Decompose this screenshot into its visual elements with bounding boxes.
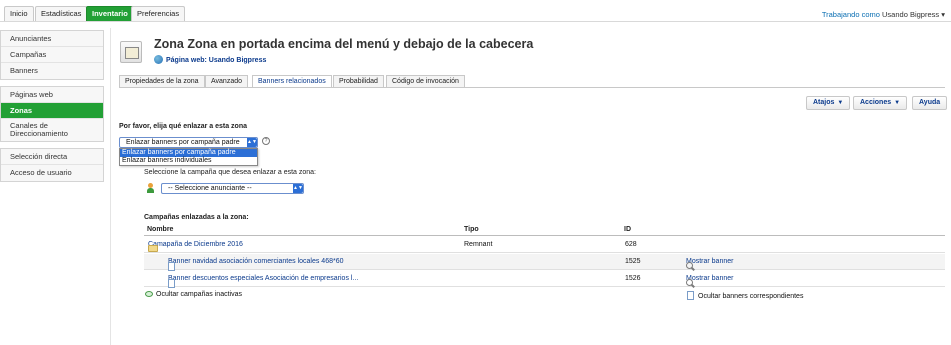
advertiser-icon [147,183,154,193]
user-menu[interactable]: Trabajando como Usando Bigpress ▾ [822,10,945,19]
sidebar-item-paginas-web[interactable]: Páginas web [1,87,103,103]
header-name: Nombre [147,226,174,233]
sidebar-divider [110,28,111,345]
zone-icon [120,41,142,63]
user-name: Usando Bigpress [882,10,940,19]
table-row: Banner descuentos especiales Asociación … [144,271,945,288]
show-banner-link[interactable]: Mostrar banner [686,275,733,282]
shortcuts-label: Atajos [813,99,835,106]
hide-banners-label: Ocultar banners correspondientes [698,293,804,300]
linked-campaigns-title: Campañas enlazadas a la zona: [144,214,249,221]
chevron-updown-icon: ▲▼ [293,184,303,193]
banner-link[interactable]: Banner navidad asociación comerciantes l… [168,258,344,265]
chevron-updown-icon: ▲▼ [247,138,257,147]
actions-label: Acciones [860,99,892,106]
sidebar-group-access: Selección directa Acceso de usuario [0,148,104,182]
sidebar-item-banners[interactable]: Banners [1,63,103,79]
magnifier-icon [686,279,693,286]
document-icon [168,279,175,288]
user-prefix: Trabajando como [821,10,880,19]
banner-id: 1525 [625,258,641,265]
document-icon [687,291,694,300]
eye-icon [145,291,153,297]
folder-icon [148,245,158,252]
help-icon[interactable]: ? [262,137,270,145]
table-row: «Camapaña de Diciembre 2016 Remnant 628 [144,237,945,254]
tab-preferencias[interactable]: Preferencias [131,6,186,21]
hide-inactive-link[interactable]: Ocultar campañas inactivas [145,291,242,298]
header-id: ID [624,226,631,233]
page-title-zone-name: Zona en portada encima del menú y debajo… [187,37,534,51]
chevron-down-icon: ▼ [894,100,901,106]
banner-name-cell: Banner navidad asociación comerciantes l… [168,258,344,271]
show-banner-link[interactable]: Mostrar banner [686,258,733,265]
hide-banners-link[interactable]: Ocultar banners correspondientes [687,291,803,300]
tab-estadisticas[interactable]: Estadísticas [35,6,88,21]
link-type-dropdown: Enlazar banners por campaña padre Enlaza… [119,148,258,166]
tab-inicio[interactable]: Inicio [4,6,34,21]
globe-icon [154,55,163,64]
banner-name-cell: Banner descuentos especiales Asociación … [168,275,358,288]
campaign-name-cell: «Camapaña de Diciembre 2016 [148,241,243,254]
table-header: Nombre Tipo ID [144,224,945,236]
banner-id: 1526 [625,275,641,282]
tab-inventario[interactable]: Inventario [86,6,134,21]
campaign-select-label: Seleccione la campaña que desea enlazar … [144,169,317,176]
show-banner-cell: Mostrar banner [686,275,733,286]
advertiser-selected: -- Seleccione anunciante -- [168,185,252,192]
campaign-id: 628 [625,241,637,248]
page-title: Zona Zona en portada encima del menú y d… [154,37,533,51]
sidebar-group-advertisers: Anunciantes Campañas Banners [0,30,104,80]
sidebar-item-campanas[interactable]: Campañas [1,47,103,63]
table-row: Banner navidad asociación comerciantes l… [144,254,945,271]
tabs-underline [119,87,945,88]
actions-button[interactable]: Acciones ▼ [853,96,908,110]
link-type-label: Por favor, elija qué enlazar a esta zona [119,123,247,130]
magnifier-icon [686,262,693,269]
link-option-individual[interactable]: Enlazar banners individuales [120,157,257,165]
help-button[interactable]: Ayuda [912,96,948,110]
shortcuts-button[interactable]: Atajos ▼ [806,96,851,110]
website-label: Página web: Usando Bigpress [166,57,267,64]
chevron-down-icon: ▾ [941,10,945,19]
page-title-prefix: Zona [154,37,184,51]
sidebar: Anunciantes Campañas Banners Páginas web… [0,30,104,188]
show-banner-cell: Mostrar banner [686,258,733,269]
link-type-selected: Enlazar banners por campaña padre [126,139,240,146]
campaign-link[interactable]: Camapaña de Diciembre 2016 [148,241,243,248]
advertiser-select[interactable]: -- Seleccione anunciante -- ▲▼ [161,183,304,194]
sidebar-item-acceso-usuario[interactable]: Acceso de usuario [1,165,103,181]
document-icon [168,262,175,271]
sidebar-item-seleccion-directa[interactable]: Selección directa [1,149,103,165]
hide-inactive-label: Ocultar campañas inactivas [156,291,242,298]
sidebar-item-canales[interactable]: Canales de Direccionamiento [1,119,103,141]
website-link[interactable]: Página web: Usando Bigpress [154,55,266,64]
campaign-type: Remnant [464,241,493,248]
chevron-down-icon: ▼ [837,100,844,106]
header-type: Tipo [464,226,479,233]
sidebar-item-zonas[interactable]: Zonas [1,103,103,119]
sidebar-group-websites: Páginas web Zonas Canales de Direccionam… [0,86,104,142]
sidebar-item-anunciantes[interactable]: Anunciantes [1,31,103,47]
banner-link[interactable]: Banner descuentos especiales Asociación … [168,275,358,282]
link-option-campaign[interactable]: Enlazar banners por campaña padre [120,149,257,157]
link-type-select[interactable]: Enlazar banners por campaña padre ▲▼ [119,137,258,148]
top-navigation: Inicio Estadísticas Inventario Preferenc… [0,0,951,22]
